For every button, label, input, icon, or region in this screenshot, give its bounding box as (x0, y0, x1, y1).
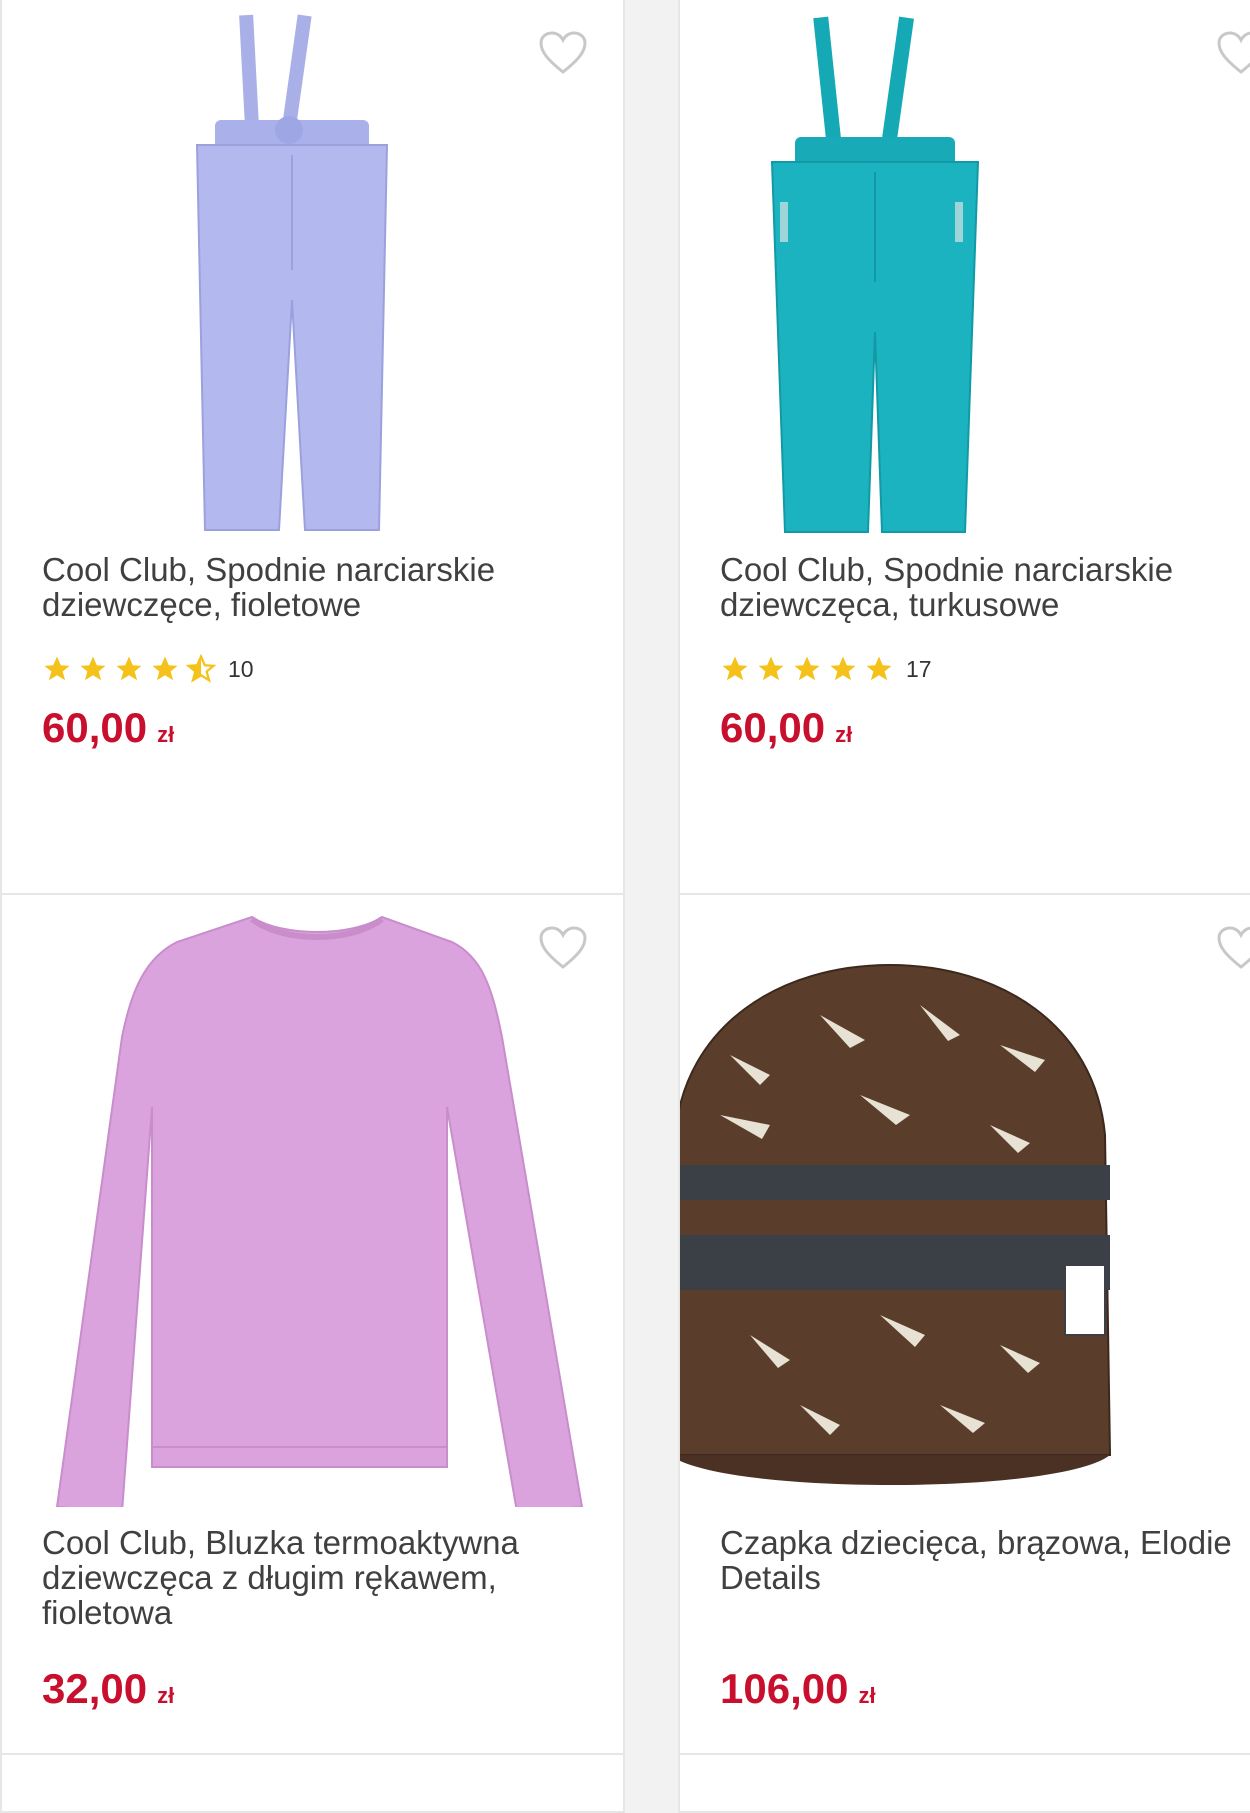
product-card[interactable]: Cool Club, Spodnie narciarskie dziewczęc… (0, 0, 625, 895)
product-title[interactable]: Cool Club, Spodnie narciarskie dziewczęc… (42, 552, 562, 622)
heart-icon[interactable] (1216, 925, 1250, 971)
product-title[interactable]: Czapka dziecięca, brązowa, Elodie Detail… (720, 1525, 1240, 1595)
star-icon (44, 656, 70, 681)
product-image[interactable] (678, 935, 1120, 1495)
star-icon (758, 656, 784, 681)
currency: zł (157, 1683, 175, 1708)
heart-icon[interactable] (1216, 30, 1250, 76)
half-star-icon (186, 654, 216, 683)
review-count: 10 (228, 655, 254, 682)
product-image[interactable] (187, 10, 397, 535)
price: 32,00 zł (42, 1665, 174, 1713)
product-card[interactable]: Czapka dziecięca, brązowa, Elodie Detail… (678, 893, 1250, 1755)
price-value: 32,00 (42, 1665, 148, 1712)
product-card[interactable] (0, 1753, 625, 1813)
star-icon (830, 656, 856, 681)
star-icon (116, 656, 142, 681)
product-card[interactable] (678, 1753, 1250, 1813)
product-image[interactable] (760, 12, 990, 537)
price: 60,00 zł (42, 704, 174, 752)
star-icon (80, 656, 106, 681)
product-card[interactable]: Cool Club, Bluzka termoaktywna dziewczęc… (0, 893, 625, 1755)
rating: 17 (720, 654, 932, 684)
star-icon (152, 656, 178, 681)
price-value: 60,00 (720, 704, 826, 751)
price-value: 106,00 (720, 1665, 849, 1712)
price-value: 60,00 (42, 704, 148, 751)
product-image[interactable] (52, 907, 592, 1507)
star-icon (722, 656, 748, 681)
currency: zł (835, 722, 853, 747)
star-icon (866, 656, 892, 681)
currency: zł (858, 1683, 876, 1708)
star-icon (794, 656, 820, 681)
product-card[interactable]: Cool Club, Spodnie narciarskie dziewczęc… (678, 0, 1250, 895)
heart-icon[interactable] (538, 30, 588, 76)
price: 106,00 zł (720, 1665, 876, 1713)
currency: zł (157, 722, 175, 747)
price: 60,00 zł (720, 704, 852, 752)
rating: 10 (42, 654, 254, 684)
product-title[interactable]: Cool Club, Bluzka termoaktywna dziewczęc… (42, 1525, 562, 1630)
review-count: 17 (906, 655, 932, 682)
product-title[interactable]: Cool Club, Spodnie narciarskie dziewczęc… (720, 552, 1240, 622)
